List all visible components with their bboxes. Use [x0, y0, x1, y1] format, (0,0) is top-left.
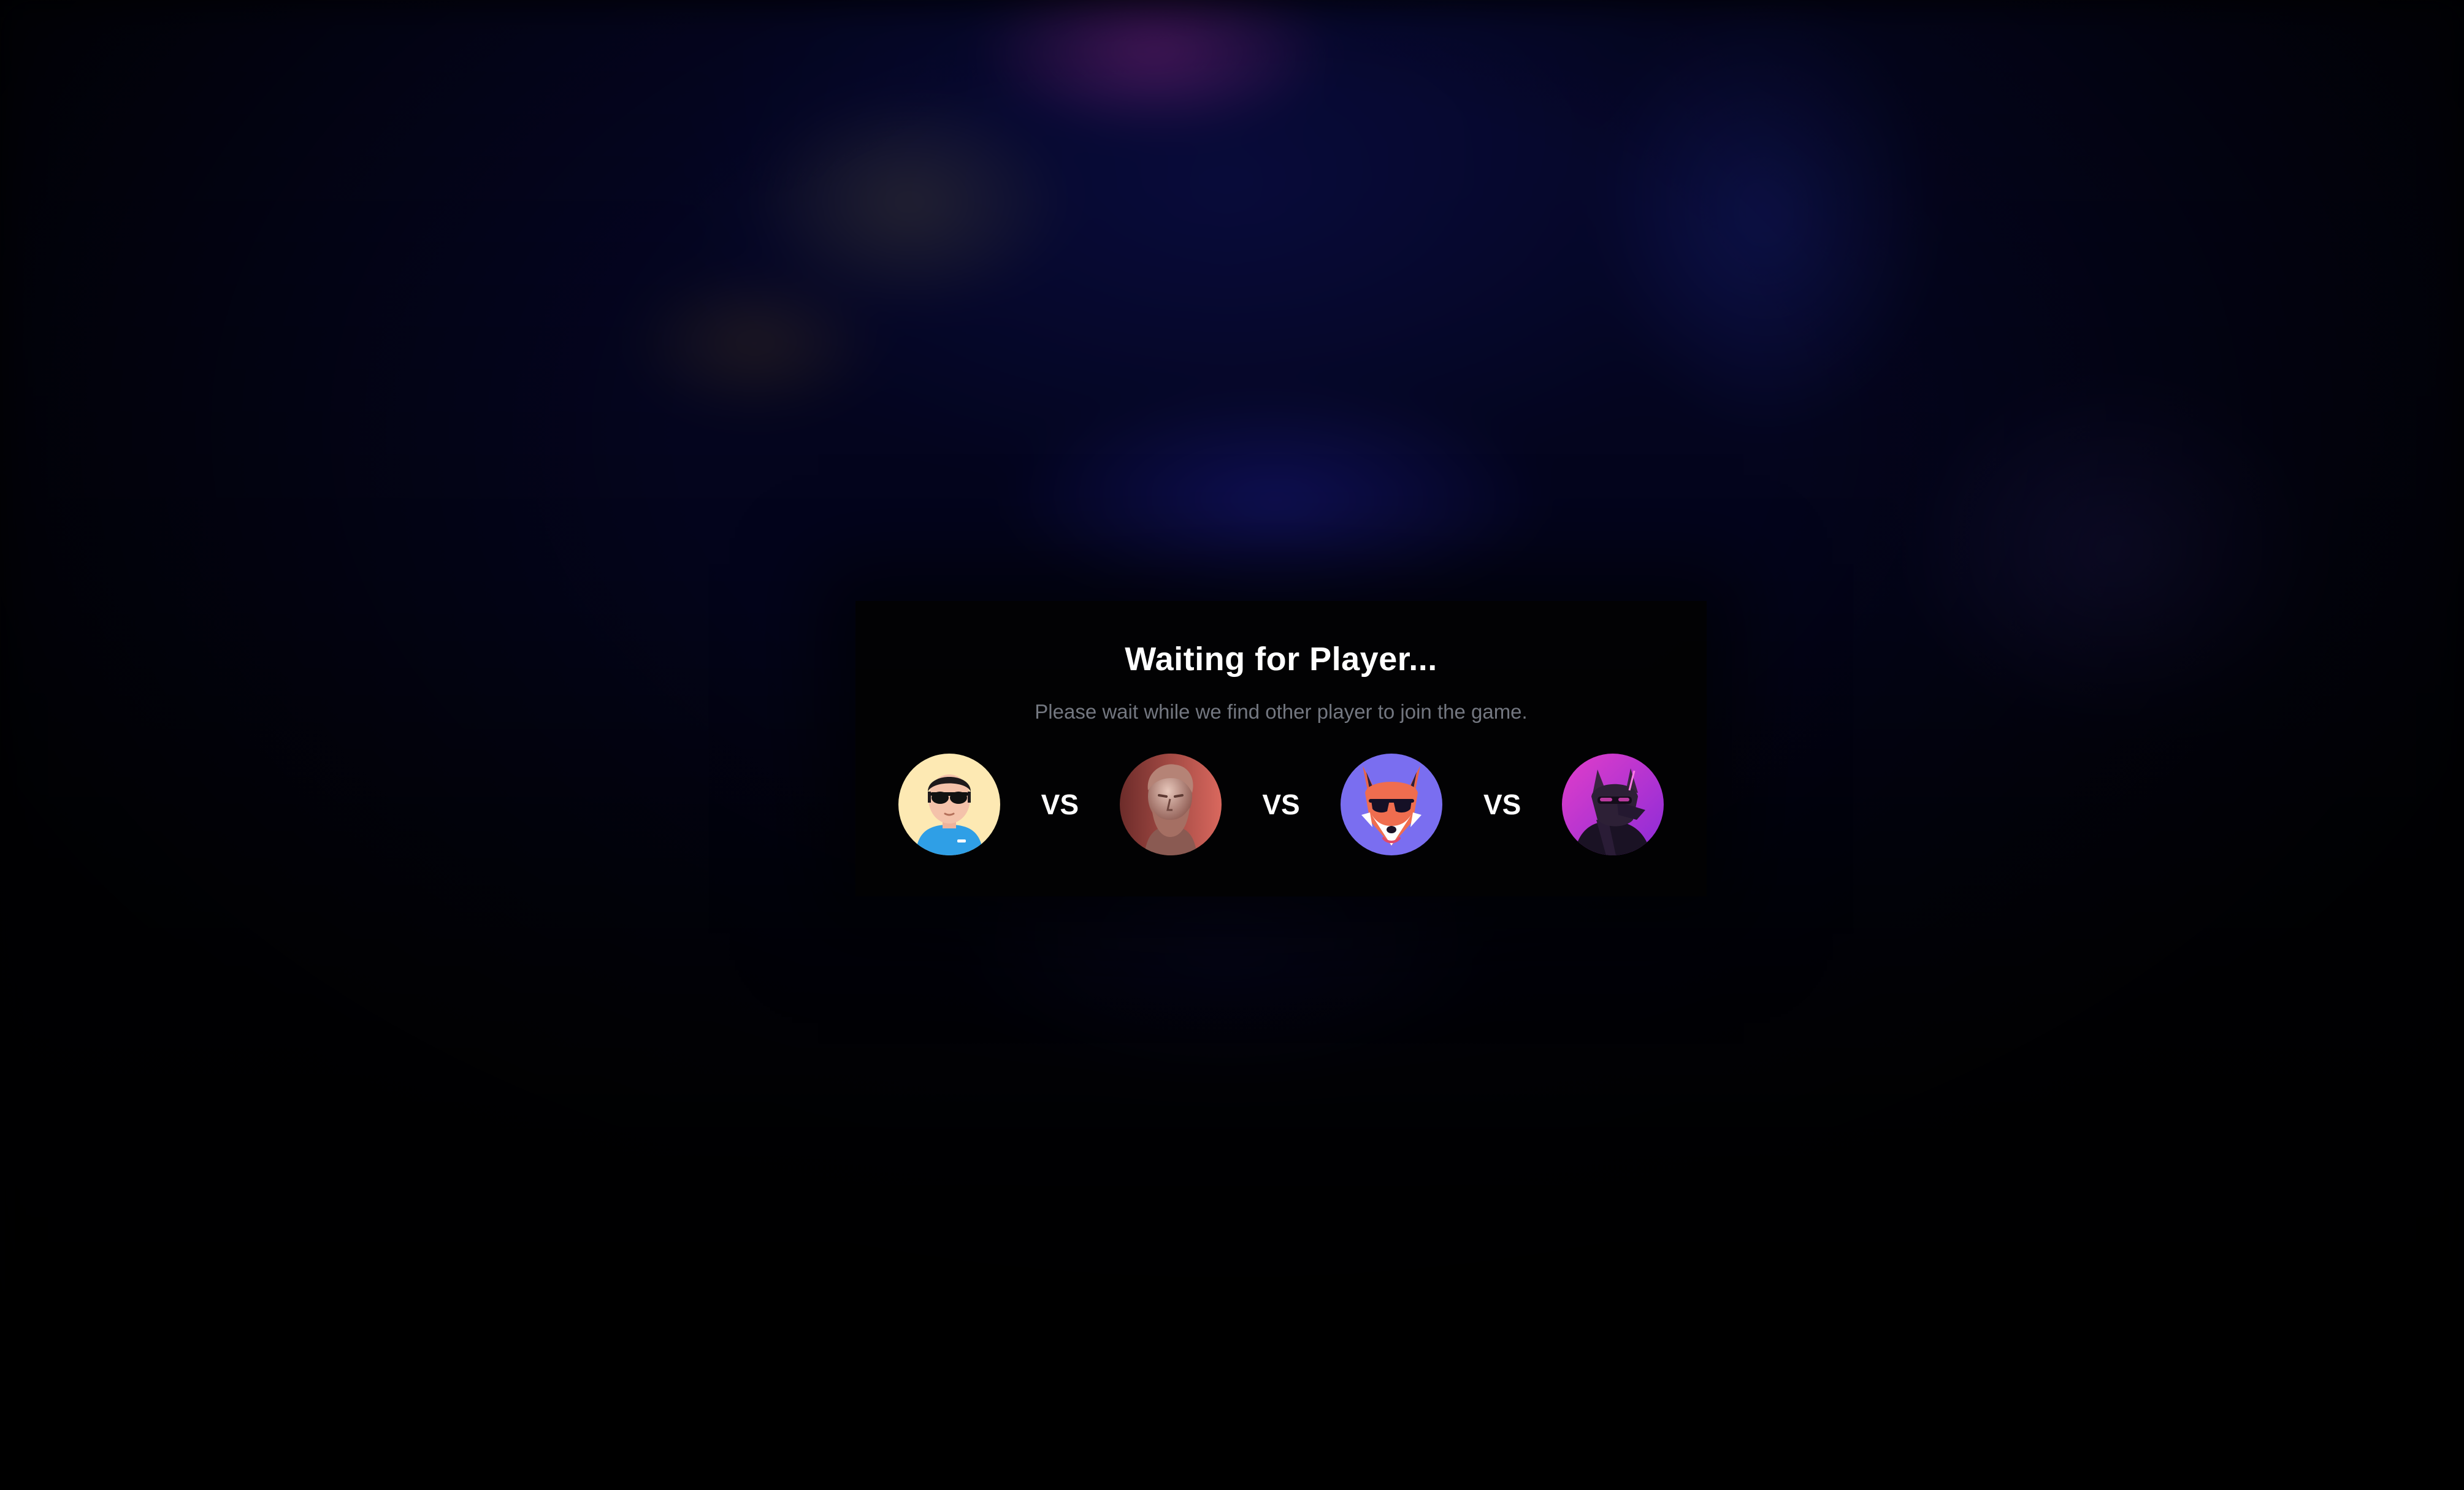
players-row: VS VS VS — [898, 754, 1664, 855]
vs-label-2: VS — [1262, 789, 1300, 820]
player-avatar-3 — [1341, 754, 1443, 855]
player-avatar-2 — [1119, 754, 1222, 855]
waiting-modal: Waiting for Player... Please wait while … — [855, 601, 1707, 896]
player-avatar-4 — [1562, 754, 1664, 855]
fox-sunglasses-icon — [1341, 754, 1443, 855]
vs-label-3: VS — [1483, 789, 1521, 820]
modal-title: Waiting for Player... — [1125, 641, 1437, 678]
cool-guy-sunglasses-icon — [898, 754, 1000, 855]
modal-subtitle: Please wait while we find other player t… — [1035, 700, 1528, 723]
vs-label-1: VS — [1041, 789, 1079, 820]
player-avatar-1 — [898, 754, 1000, 855]
cyber-wolf-icon — [1562, 754, 1664, 855]
greek-statue-icon — [1119, 754, 1222, 855]
game-screen: Waiting for Player... Please wait while … — [0, 0, 2464, 1490]
